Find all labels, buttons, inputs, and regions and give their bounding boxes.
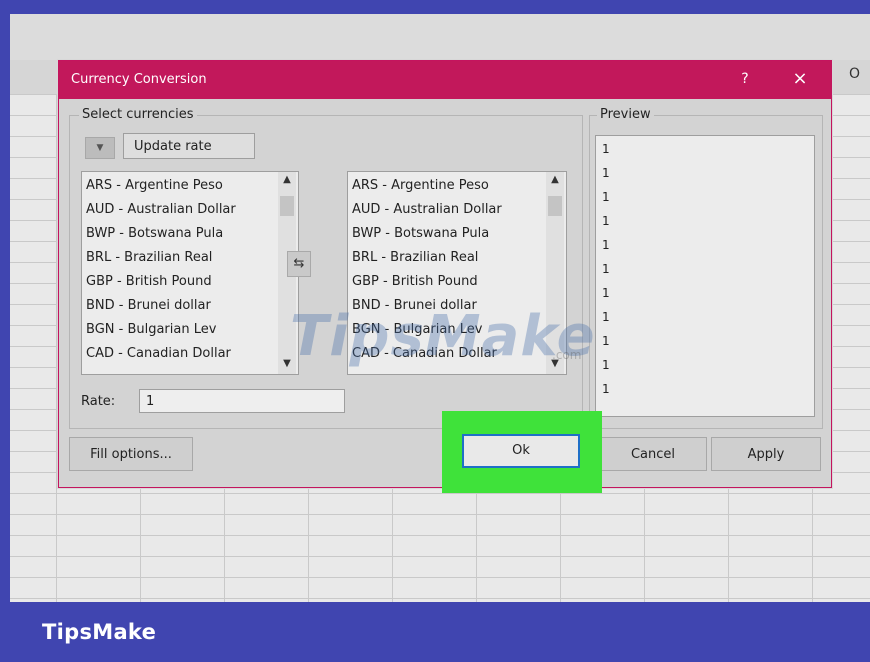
list-item[interactable]: GBP - British Pound [352,274,478,289]
preview-value: 1 [602,310,610,324]
preview-value: 1 [602,166,610,180]
preview-value: 1 [602,382,610,396]
fill-options-button[interactable]: Fill options... [69,437,193,471]
list-item[interactable]: BRL - Brazilian Real [352,250,478,265]
source-currency-list[interactable]: ARS - Argentine Peso AUD - Australian Do… [81,171,299,375]
list-item[interactable]: AUD - Australian Dollar [352,202,502,217]
list-item[interactable]: BWP - Botswana Pula [86,226,223,241]
scroll-up-icon[interactable]: ▲ [278,174,296,188]
preview-label: Preview [597,107,654,122]
dropdown-arrow-button[interactable]: ▼ [85,137,115,159]
list-item[interactable]: ARS - Argentine Peso [352,178,489,193]
select-currencies-label: Select currencies [79,107,197,122]
column-header-o[interactable]: O [849,66,860,82]
rate-input[interactable]: 1 [139,389,345,413]
dialog-title: Currency Conversion [71,72,207,87]
cancel-button[interactable]: Cancel [599,437,707,471]
watermark-text: TipsMake [290,304,596,369]
ribbon-area [10,14,870,61]
brand-label: TipsMake [42,620,157,644]
close-button[interactable]: × [789,67,811,91]
list-item[interactable]: BRL - Brazilian Real [86,250,212,265]
preview-value: 1 [602,238,610,252]
list-item[interactable]: BGN - Bulgarian Lev [86,322,216,337]
help-button[interactable]: ? [735,69,755,89]
preview-value: 1 [602,334,610,348]
scroll-thumb[interactable] [548,196,562,216]
scroll-up-icon[interactable]: ▲ [546,174,564,188]
list-item[interactable]: ARS - Argentine Peso [86,178,223,193]
watermark-suffix: .com [552,348,582,362]
preview-value: 1 [602,142,610,156]
list-item[interactable]: BND - Brunei dollar [86,298,211,313]
swap-currencies-button[interactable]: ⇆ [287,251,311,277]
preview-value: 1 [602,262,610,276]
list-item[interactable]: CAD - Canadian Dollar [86,346,231,361]
apply-button[interactable]: Apply [711,437,821,471]
preview-list[interactable]: 1 1 1 1 1 1 1 1 1 1 1 [595,135,815,417]
update-rate-button[interactable]: Update rate [123,133,255,159]
brand-footer: TipsMake [0,602,870,662]
preview-value: 1 [602,190,610,204]
dialog-titlebar: Currency Conversion ? × [59,61,831,99]
list-item[interactable]: GBP - British Pound [86,274,212,289]
preview-value: 1 [602,214,610,228]
ok-button[interactable]: Ok [462,434,580,468]
preview-value: 1 [602,358,610,372]
scroll-thumb[interactable] [280,196,294,216]
rate-label: Rate: [81,394,116,409]
preview-value: 1 [602,286,610,300]
list-item[interactable]: BWP - Botswana Pula [352,226,489,241]
list-item[interactable]: AUD - Australian Dollar [86,202,236,217]
